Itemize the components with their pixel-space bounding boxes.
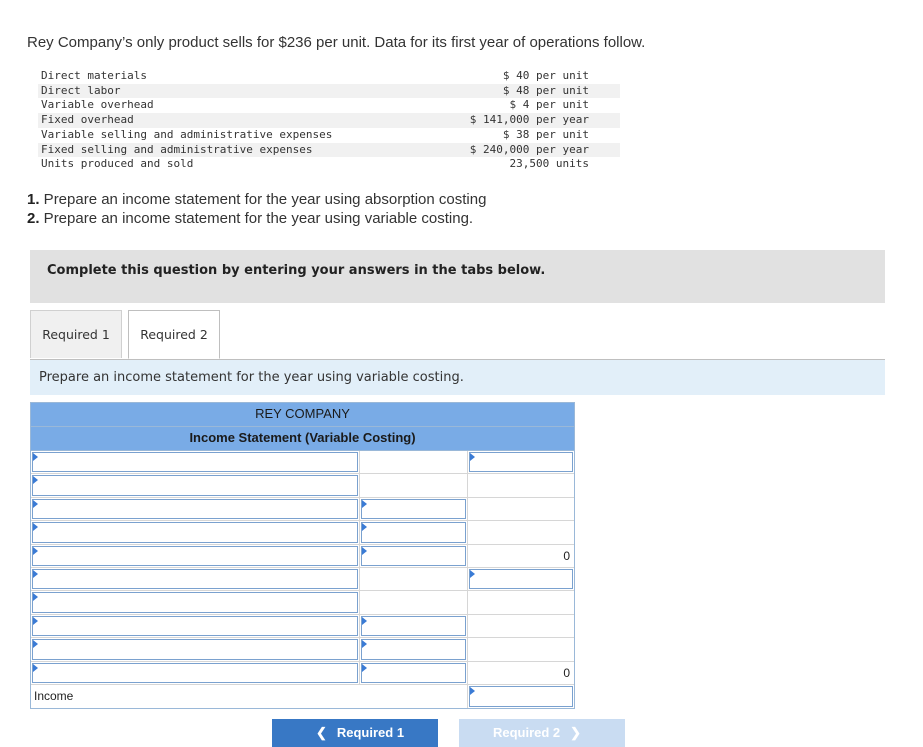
cost-label: Fixed overhead: [38, 113, 423, 128]
dropdown-arrow-icon: [33, 663, 38, 672]
table-row: 0: [31, 544, 574, 568]
amount-input[interactable]: [361, 545, 466, 566]
chevron-left-icon: ❮: [315, 725, 327, 740]
account-dropdown[interactable]: [32, 452, 358, 473]
account-dropdown[interactable]: [32, 498, 358, 520]
table-row: [31, 451, 574, 475]
cost-row: Direct materials $ 40 per unit: [38, 69, 620, 84]
question-2: 2. Prepare an income statement for the y…: [27, 210, 474, 227]
question-1: 1. Prepare an income statement for the y…: [27, 191, 487, 208]
problem-intro: Rey Company’s only product sells for $23…: [27, 34, 646, 51]
cost-row: Fixed selling and administrative expense…: [38, 142, 620, 158]
table-row: [31, 474, 574, 498]
cost-label: Variable overhead: [41, 98, 154, 112]
tab-required-2[interactable]: Required 2: [128, 310, 220, 359]
cost-label: Direct materials: [41, 69, 147, 82]
account-dropdown[interactable]: [32, 475, 358, 496]
chevron-right-icon: ❯: [570, 725, 582, 740]
table-row: 0: [31, 661, 574, 685]
cost-value: $ 240,000 per year: [422, 142, 620, 158]
amount-input[interactable]: [361, 522, 466, 543]
table-row: [31, 638, 574, 662]
dropdown-arrow-icon: [362, 499, 367, 508]
cost-row: Fixed overhead $ 141,000 per year: [38, 113, 620, 128]
dropdown-arrow-icon: [362, 663, 367, 672]
cost-label: Variable selling and administrative expe…: [41, 127, 333, 141]
dropdown-arrow-icon: [470, 569, 475, 578]
cost-value: $ 48 per unit: [422, 83, 620, 99]
company-name: REY COMPANY: [31, 403, 574, 427]
amount-input[interactable]: [361, 498, 466, 520]
cost-label: Units produced and sold: [41, 157, 194, 171]
dropdown-arrow-icon: [470, 453, 475, 461]
table-row: [31, 591, 574, 615]
dropdown-arrow-icon: [33, 453, 38, 461]
dropdown-arrow-icon: [362, 640, 367, 649]
cost-value: 23,500 units: [509, 157, 589, 171]
prev-required-button[interactable]: ❮ Required 1: [272, 719, 438, 747]
cost-value: $ 141,000 per year: [422, 113, 620, 128]
tab-instruction: Prepare an income statement for the year…: [30, 360, 885, 395]
table-row: [31, 567, 574, 592]
amount-input[interactable]: [361, 639, 466, 660]
account-dropdown[interactable]: [32, 545, 358, 566]
income-input[interactable]: [469, 685, 573, 708]
cost-data-table: Direct materials $ 40 per unit Direct lab…: [38, 69, 620, 172]
dropdown-arrow-icon: [33, 569, 38, 578]
account-dropdown[interactable]: [32, 522, 358, 543]
instructions-banner: Complete this question by entering your …: [30, 250, 885, 303]
account-dropdown[interactable]: [32, 615, 358, 637]
subtotal-value: 0: [563, 548, 570, 563]
cost-row: Units produced and sold 23,500 units: [38, 157, 620, 172]
cost-row: Variable overhead $ 4 per unit: [38, 98, 620, 113]
account-dropdown[interactable]: [32, 662, 358, 683]
table-row: [31, 614, 574, 639]
dropdown-arrow-icon: [470, 686, 475, 695]
account-dropdown[interactable]: [32, 592, 358, 613]
amount-input[interactable]: [469, 452, 573, 473]
table-row: [31, 521, 574, 545]
dropdown-arrow-icon: [33, 640, 38, 649]
income-label: Income: [34, 688, 74, 703]
question-list: 1. Prepare an income statement for the y…: [27, 190, 486, 228]
account-dropdown[interactable]: [32, 568, 358, 590]
table-row-income: Income: [31, 684, 574, 709]
subtotal-value: 0: [563, 665, 570, 680]
amount-input[interactable]: [361, 662, 466, 683]
income-statement-table: REY COMPANY Income Statement (Variable C…: [30, 402, 575, 710]
dropdown-arrow-icon: [33, 546, 38, 555]
dropdown-arrow-icon: [33, 499, 38, 508]
cost-value: $ 40 per unit: [502, 69, 589, 82]
table-row: [31, 497, 574, 522]
dropdown-arrow-icon: [33, 593, 38, 602]
dropdown-arrow-icon: [362, 546, 367, 555]
cost-value: $ 4 per unit: [509, 98, 589, 112]
amount-input[interactable]: [469, 568, 573, 590]
cost-label: Direct labor: [38, 83, 423, 99]
tab-bar: Required 1 Required 2: [30, 310, 885, 360]
tab-required-1[interactable]: Required 1: [30, 310, 122, 358]
dropdown-arrow-icon: [33, 616, 38, 625]
dropdown-arrow-icon: [33, 476, 38, 485]
cost-value: $ 38 per unit: [502, 127, 589, 141]
statement-title: Income Statement (Variable Costing): [31, 427, 574, 451]
dropdown-arrow-icon: [362, 523, 367, 532]
cost-row: Variable selling and administrative expe…: [38, 128, 620, 143]
dropdown-arrow-icon: [362, 616, 367, 625]
dropdown-arrow-icon: [33, 523, 38, 532]
cost-label: Fixed selling and administrative expense…: [38, 142, 423, 158]
amount-input[interactable]: [361, 615, 466, 637]
account-dropdown[interactable]: [32, 639, 358, 660]
cost-row: Direct labor $ 48 per unit: [38, 83, 620, 99]
next-required-button[interactable]: Required 2 ❯: [459, 719, 625, 747]
